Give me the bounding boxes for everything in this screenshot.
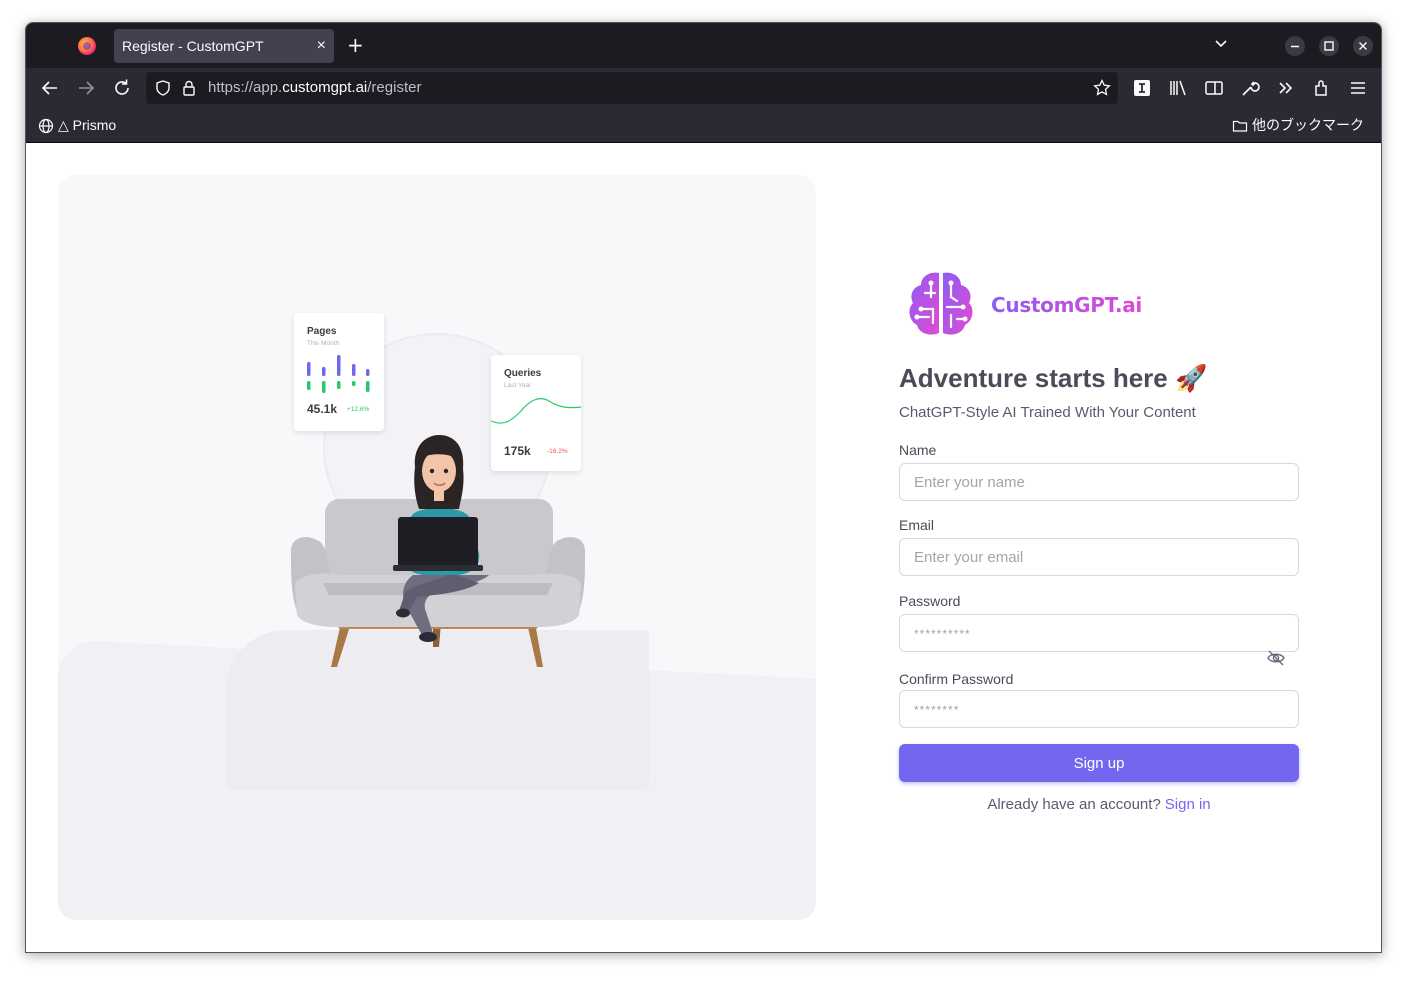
signin-prompt: Already have an account? Sign in [899, 796, 1299, 813]
extensions-icon[interactable] [1310, 76, 1334, 100]
tab-close-icon[interactable]: × [317, 29, 326, 63]
bookmark-prismo[interactable]: △ Prismo [58, 108, 116, 143]
confirm-password-label: Confirm Password [899, 671, 1014, 687]
forward-icon[interactable] [74, 76, 98, 100]
new-tab-button[interactable]: + [347, 33, 364, 57]
library-icon[interactable] [1166, 76, 1190, 100]
page-subtitle: ChatGPT-Style AI Trained With Your Conte… [899, 404, 1196, 421]
shield-icon[interactable] [154, 79, 172, 97]
tab-title: Register - CustomGPT [122, 38, 264, 54]
illustration-panel: Pages This Month 45.1k +12.6% Queries La… [58, 175, 816, 920]
pages-card-value: 45.1k [307, 402, 338, 416]
url-host: customgpt.ai [282, 79, 368, 96]
url-text[interactable]: https://app.customgpt.ai/register [208, 72, 421, 104]
brand-name: CustomGPT.ai [991, 293, 1142, 317]
already-text: Already have an account? [987, 796, 1161, 813]
close-window-icon[interactable] [1353, 36, 1373, 56]
register-form: CustomGPT.ai Adventure starts here 🚀 Cha… [899, 143, 1299, 952]
eye-off-icon[interactable] [1266, 648, 1286, 668]
url-prefix: https://app. [208, 79, 283, 96]
sign-up-button[interactable]: Sign up [899, 744, 1299, 782]
password-label: Password [899, 593, 961, 609]
confirm-password-input[interactable] [899, 690, 1299, 728]
sign-in-link[interactable]: Sign in [1165, 796, 1211, 813]
reader-i-icon[interactable] [1130, 76, 1154, 100]
url-bar[interactable]: https://app.customgpt.ai/register [146, 72, 1118, 104]
password-input[interactable] [899, 614, 1299, 652]
email-label: Email [899, 517, 935, 533]
bookmark-star-icon[interactable] [1092, 78, 1112, 98]
brand-logo: CustomGPT.ai [899, 269, 1142, 339]
pages-card-title: Pages [307, 326, 337, 337]
menu-icon[interactable] [1346, 76, 1370, 100]
navigation-bar: https://app.customgpt.ai/register [26, 68, 1381, 108]
queries-card-title: Queries [504, 368, 542, 379]
bookmark-other[interactable]: 他のブックマーク [1252, 108, 1364, 143]
name-input[interactable] [899, 463, 1299, 501]
minimize-icon[interactable] [1285, 36, 1305, 56]
reload-icon[interactable] [110, 76, 134, 100]
tab-register[interactable]: Register - CustomGPT × [114, 29, 334, 63]
woman-on-sofa-illustration [290, 435, 586, 667]
chevron-down-icon[interactable] [1211, 34, 1231, 54]
pages-card: Pages This Month 45.1k +12.6% [294, 313, 384, 431]
pages-card-subtitle: This Month [307, 340, 340, 347]
back-icon[interactable] [38, 76, 62, 100]
page-title: Adventure starts here 🚀 [899, 363, 1208, 393]
name-label: Name [899, 442, 937, 458]
bookmarks-bar: △ Prismo 他のブックマーク [26, 108, 1381, 143]
browser-window: Register - CustomGPT × + https://app.cus… [25, 22, 1382, 953]
tab-strip: Register - CustomGPT × + [26, 23, 1381, 68]
folder-icon [1232, 120, 1248, 132]
pages-card-change: +12.6% [347, 406, 370, 413]
email-input[interactable] [899, 538, 1299, 576]
firefox-icon[interactable] [78, 37, 96, 55]
lock-icon[interactable] [180, 79, 198, 97]
overflow-chevrons-icon[interactable] [1274, 76, 1298, 100]
page-content: Pages This Month 45.1k +12.6% Queries La… [26, 143, 1381, 952]
brain-logo-icon [909, 272, 973, 335]
maximize-icon[interactable] [1319, 36, 1339, 56]
wrench-icon[interactable] [1238, 76, 1262, 100]
url-path: /register [367, 79, 422, 96]
pages-bar-chart [307, 355, 370, 393]
sidebar-icon[interactable] [1202, 76, 1226, 100]
globe-icon [38, 118, 54, 134]
queries-card-subtitle: Last Year [504, 382, 532, 389]
